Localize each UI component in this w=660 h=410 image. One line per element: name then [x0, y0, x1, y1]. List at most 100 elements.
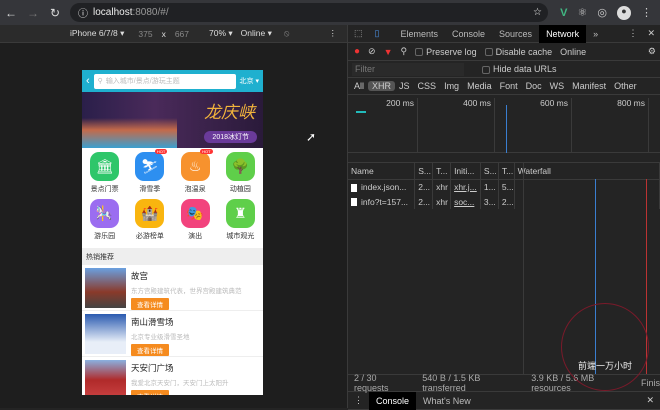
recommend-list: 故宫 东方宫殿建筑代表，世界宫殿建筑典范 查看详情 南山滑雪场 北京专业级滑雪圣地 查看详… — [82, 265, 263, 395]
vue-devtools-icon[interactable]: V — [560, 7, 567, 19]
back-icon[interactable]: ‹ — [86, 75, 90, 87]
category-icon: 🏛 — [90, 152, 120, 181]
hide-data-urls-checkbox[interactable]: Hide data URLs — [482, 64, 557, 74]
category-icon: 🎠 — [90, 198, 120, 228]
reload-icon[interactable]: ↻ — [44, 6, 66, 20]
request-row[interactable]: index.json... 2... xhr xhr.j... 1... 5... — [348, 179, 660, 194]
category-item[interactable]: 🌳 动植园 — [218, 152, 263, 198]
item-title: 南山滑雪场 — [131, 317, 174, 327]
category-item[interactable]: ♜ 城市观光 — [218, 198, 263, 245]
clear-icon[interactable]: ⊘ — [368, 46, 376, 57]
column-header[interactable]: Waterfall — [514, 163, 660, 180]
filter-type-xhr[interactable]: XHR — [368, 81, 396, 91]
filter-type-other[interactable]: Other — [610, 81, 641, 91]
details-button[interactable]: 查看详情 — [131, 344, 169, 356]
column-header[interactable]: Name — [348, 163, 416, 180]
settings-icon[interactable]: ⚙ — [648, 46, 656, 57]
tab-network[interactable]: Network — [539, 24, 587, 43]
filter-type-js[interactable]: JS — [395, 81, 414, 91]
tab-sources[interactable]: Sources — [492, 25, 539, 43]
category-item[interactable]: ⛷ HOT 滑雪季 — [127, 149, 172, 198]
tab-more[interactable]: » — [586, 25, 605, 43]
filter-type-media[interactable]: Media — [463, 81, 496, 91]
network-select[interactable]: Online ▾ — [241, 28, 272, 39]
height-input[interactable]: 667 — [175, 29, 189, 39]
more-icon[interactable]: ⋮ — [623, 28, 642, 39]
rotate-icon[interactable]: ⦸ — [284, 28, 290, 39]
filter-type-font[interactable]: Font — [496, 81, 522, 91]
zoom-select[interactable]: 70% ▾ — [209, 28, 233, 39]
star-icon[interactable]: ☆ — [533, 7, 542, 18]
drawer-tab-console[interactable]: Console — [369, 391, 417, 410]
category-item[interactable]: 🏰 必游榜单 — [127, 198, 172, 245]
requests-count: 2 / 30 requests — [354, 373, 389, 393]
column-header[interactable]: S... — [414, 163, 434, 180]
timeline-overview: 200 ms 400 ms 600 ms 800 ms — [348, 95, 660, 153]
filter-type-doc[interactable]: Doc — [522, 81, 546, 91]
watermark: 前端一万小时 — [561, 303, 649, 391]
throttle-select[interactable]: Online — [560, 47, 586, 57]
cell[interactable]: xhr.j... — [454, 182, 477, 192]
inspect-icon[interactable]: ⬚ — [348, 28, 369, 39]
search-icon[interactable]: ⚲ — [401, 46, 408, 57]
list-item[interactable]: 天安门广场我爱北京天安门，天安门上太阳升查看详情 — [82, 357, 263, 395]
menu-icon[interactable]: ⋮ — [641, 6, 652, 19]
details-button[interactable]: 查看详情 — [131, 298, 169, 310]
header: ‹ ⚲ 输入城市/景点/游玩主题 北京 ▾ — [82, 70, 263, 92]
category-label: 滑雪季 — [139, 186, 161, 193]
avatar[interactable]: ● — [617, 5, 631, 20]
list-item[interactable]: 故宫 东方宫殿建筑代表，世界宫殿建筑典范 查看详情 — [82, 265, 263, 311]
item-desc: 东方宫殿建筑代表，世界宫殿建筑典范 — [131, 288, 242, 295]
request-row[interactable]: info?t=157... 2... xhr soc... 3... 2... — [348, 194, 660, 209]
item-thumbnail — [85, 268, 126, 308]
timeline-tick: 600 ms — [502, 98, 572, 153]
category-item[interactable]: 🎠 游乐园 — [82, 198, 127, 245]
city-select[interactable]: 北京 ▾ — [240, 76, 259, 86]
drawer-menu-icon[interactable]: ⋮ — [348, 395, 369, 406]
category-label: 演出 — [188, 232, 203, 240]
record-icon[interactable]: ● — [354, 46, 360, 57]
close-icon[interactable]: ✕ — [642, 28, 660, 39]
category-label: 泡温泉 — [184, 186, 206, 193]
column-header[interactable]: Initi... — [450, 163, 481, 180]
section-title: 热销推荐 — [82, 248, 263, 265]
category-item[interactable]: 🏛 景点门票 — [82, 152, 127, 198]
device-toolbar: iPhone 6/7/8 ▾ 375 x 667 70% ▾ Online ▾ … — [0, 25, 347, 43]
list-item[interactable]: 南山滑雪场 北京专业级滑雪圣地 查看详情 — [82, 311, 263, 357]
width-input[interactable]: 375 — [138, 29, 152, 39]
disable-cache-checkbox[interactable]: Disable cache — [484, 47, 552, 57]
column-header[interactable]: T... — [432, 163, 452, 180]
forward-icon[interactable]: → — [22, 6, 44, 20]
category-item[interactable]: ♨ HOT 泡温泉 — [173, 149, 218, 198]
category-item[interactable]: 🎭 演出 — [173, 198, 218, 245]
tab-elements[interactable]: Elements — [393, 25, 445, 43]
banner-image — [82, 118, 177, 148]
search-input[interactable]: ⚲ 输入城市/景点/游玩主题 — [93, 73, 236, 89]
device-select[interactable]: iPhone 6/7/8 ▾ — [70, 28, 124, 39]
banner[interactable]: 龙庆峡 2018冰灯节 — [82, 92, 263, 148]
item-thumbnail — [85, 314, 126, 354]
filter-type-manifest[interactable]: Manifest — [568, 81, 610, 91]
drawer-close-icon[interactable]: ✕ — [646, 395, 660, 406]
filter-type-css[interactable]: CSS — [414, 81, 441, 91]
device-toggle-icon[interactable]: ▯ — [369, 28, 386, 39]
filter-type-ws[interactable]: WS — [546, 81, 569, 91]
filter-type-img[interactable]: Img — [440, 81, 463, 91]
filter-input[interactable]: Filter — [352, 62, 464, 76]
details-button[interactable]: 查看详情 — [131, 390, 169, 395]
filter-icon[interactable]: ▼ — [384, 47, 393, 57]
drawer-tab-whats-new[interactable]: What's New — [416, 392, 478, 410]
hot-badge: HOT — [200, 149, 213, 154]
filter-type-all[interactable]: All — [350, 81, 368, 91]
address-bar[interactable]: ⓘ localhost:8080/#/ ☆ — [70, 3, 548, 22]
cell[interactable]: soc... — [454, 197, 474, 207]
more-icon[interactable]: ⋮ — [329, 28, 338, 39]
column-header[interactable]: T... — [498, 163, 515, 180]
preserve-log-checkbox[interactable]: Preserve log — [415, 47, 477, 57]
column-header[interactable]: S... — [480, 163, 499, 180]
react-icon[interactable]: ⚛ — [578, 6, 588, 19]
extension-icon[interactable]: ◎ — [597, 6, 607, 19]
back-icon[interactable]: ← — [0, 6, 22, 20]
info-icon: ⓘ — [78, 9, 88, 20]
tab-console[interactable]: Console — [445, 25, 492, 43]
